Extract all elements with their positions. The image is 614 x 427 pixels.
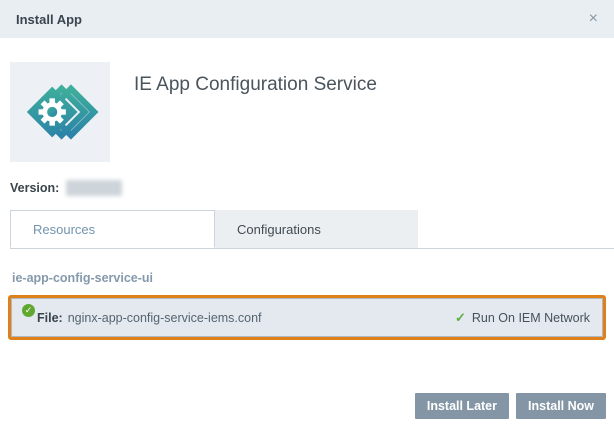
app-gear-chevron-icon xyxy=(21,73,99,151)
app-icon xyxy=(10,62,110,162)
highlighted-resource: ✓ File: nginx-app-config-service-iems.co… xyxy=(8,295,606,340)
install-now-button[interactable]: Install Now xyxy=(516,393,606,419)
file-verified-icon: ✓ xyxy=(22,304,35,317)
resource-group-label: ie-app-config-service-ui xyxy=(12,271,604,285)
footer-actions: Install Later Install Now xyxy=(415,393,606,419)
network-check-icon: ✓ xyxy=(455,310,466,326)
dialog-header: Install App × xyxy=(0,0,614,38)
tab-configurations-label: Configurations xyxy=(237,222,321,237)
file-label: File: xyxy=(37,311,63,325)
version-row: Version: xyxy=(10,180,604,196)
file-name: nginx-app-config-service-iems.conf xyxy=(68,311,262,325)
resource-row[interactable]: ✓ File: nginx-app-config-service-iems.co… xyxy=(11,298,603,337)
install-later-button[interactable]: Install Later xyxy=(415,393,509,419)
tab-resources-label: Resources xyxy=(33,222,95,237)
dialog-title: Install App xyxy=(16,12,82,27)
version-value-redacted xyxy=(66,180,122,196)
file-cell: ✓ File: nginx-app-config-service-iems.co… xyxy=(22,311,262,325)
app-summary: IE App Configuration Service xyxy=(10,62,604,162)
app-title: IE App Configuration Service xyxy=(134,74,377,96)
network-status: ✓ Run On IEM Network xyxy=(455,310,590,326)
version-label: Version: xyxy=(10,181,59,195)
close-icon[interactable]: × xyxy=(589,11,598,27)
install-app-dialog: Install App × xyxy=(0,0,614,427)
tab-configurations[interactable]: Configurations xyxy=(215,210,418,248)
tab-bar: Resources Configurations xyxy=(10,210,614,249)
network-status-label: Run On IEM Network xyxy=(472,311,590,325)
tab-resources[interactable]: Resources xyxy=(10,210,215,248)
